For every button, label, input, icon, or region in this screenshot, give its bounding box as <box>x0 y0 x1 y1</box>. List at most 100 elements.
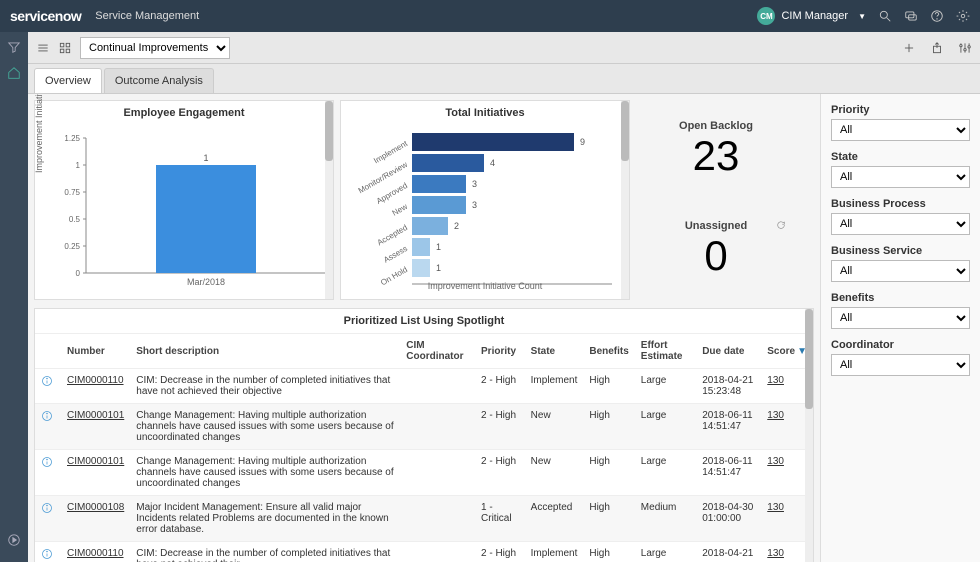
svg-text:0.75: 0.75 <box>64 188 80 197</box>
col-benefits[interactable]: Benefits <box>583 334 634 369</box>
cell-desc: Change Management: Having multiple autho… <box>130 404 400 450</box>
unassigned-label: Unassigned <box>636 220 796 232</box>
cell-coordinator <box>400 450 475 496</box>
filter-benefits[interactable]: All <box>831 307 970 329</box>
cell-benefits: High <box>583 404 634 450</box>
filter-label-benefits: Benefits <box>831 292 970 304</box>
cell-effort: Large <box>635 369 696 404</box>
scrollbar[interactable] <box>621 101 629 299</box>
x-axis-label: Improvement Initiative Count <box>428 281 543 291</box>
score-link[interactable]: 130 <box>767 410 784 421</box>
open-backlog-label: Open Backlog <box>636 120 796 132</box>
user-menu[interactable]: CM CIM Manager ▼ <box>757 7 866 25</box>
cell-benefits: High <box>583 450 634 496</box>
svg-text:2: 2 <box>454 221 459 231</box>
view-selector[interactable]: Continual Improvements <box>80 37 230 59</box>
col-coordinator[interactable]: CIM Coordinator <box>400 334 475 369</box>
grid-icon[interactable] <box>58 41 72 55</box>
left-rail <box>0 32 28 562</box>
table-row[interactable]: CIM0000110 CIM: Decrease in the number of… <box>35 369 813 404</box>
spotlight-table: Number Short description CIM Coordinator… <box>35 334 813 562</box>
record-link[interactable]: CIM0000101 <box>67 456 124 467</box>
home-icon[interactable] <box>7 66 21 80</box>
tab-overview[interactable]: Overview <box>34 68 102 93</box>
gear-icon[interactable] <box>956 9 970 23</box>
record-link[interactable]: CIM0000110 <box>67 375 124 386</box>
score-link[interactable]: 130 <box>767 502 784 513</box>
play-icon[interactable] <box>7 533 21 547</box>
record-link[interactable]: CIM0000101 <box>67 410 124 421</box>
cell-desc: CIM: Decrease in the number of completed… <box>130 542 400 562</box>
info-icon[interactable] <box>41 502 53 514</box>
col-due[interactable]: Due date <box>696 334 761 369</box>
col-number[interactable]: Number <box>61 334 130 369</box>
scrollbar[interactable] <box>805 309 813 562</box>
score-link[interactable]: 130 <box>767 375 784 386</box>
col-priority[interactable]: Priority <box>475 334 525 369</box>
avatar: CM <box>757 7 775 25</box>
record-link[interactable]: CIM0000108 <box>67 502 124 513</box>
brand-logo: servicenow <box>10 8 81 24</box>
cell-coordinator <box>400 369 475 404</box>
filter-state[interactable]: All <box>831 166 970 188</box>
cell-priority: 1 - Critical <box>475 496 525 542</box>
chart-title: Total Initiatives <box>347 107 623 119</box>
filter-label-coordinator: Coordinator <box>831 339 970 351</box>
filter-label-business-service: Business Service <box>831 245 970 257</box>
cell-state: Implement <box>525 542 584 562</box>
cell-coordinator <box>400 404 475 450</box>
employee-engagement-chart: Employee Engagement 00.250.50.7511.25 1 … <box>34 100 334 300</box>
cell-desc: CIM: Decrease in the number of completed… <box>130 369 400 404</box>
toolbar: Continual Improvements <box>28 32 980 64</box>
col-effort[interactable]: Effort Estimate <box>635 334 696 369</box>
tab-outcome-analysis[interactable]: Outcome Analysis <box>104 68 214 93</box>
cell-priority: 2 - High <box>475 450 525 496</box>
filter-business-service[interactable]: All <box>831 260 970 282</box>
chat-icon[interactable] <box>904 9 918 23</box>
filter-icon[interactable] <box>7 40 21 54</box>
info-icon[interactable] <box>41 375 53 387</box>
score-link[interactable]: 130 <box>767 548 784 559</box>
table-row[interactable]: CIM0000101 Change Management: Having mult… <box>35 450 813 496</box>
search-icon[interactable] <box>878 9 892 23</box>
info-icon[interactable] <box>41 410 53 422</box>
settings-icon[interactable] <box>958 41 972 55</box>
add-icon[interactable] <box>902 41 916 55</box>
share-icon[interactable] <box>930 41 944 55</box>
table-row[interactable]: CIM0000108Major Incident Management: Ens… <box>35 496 813 542</box>
table-row[interactable]: CIM0000110 CIM: Decrease in the number of… <box>35 542 813 562</box>
scrollbar[interactable] <box>325 101 333 299</box>
cell-desc: Change Management: Having multiple autho… <box>130 450 400 496</box>
table-row[interactable]: CIM0000101 Change Management: Having mult… <box>35 404 813 450</box>
filter-coordinator[interactable]: All <box>831 354 970 376</box>
filter-priority[interactable]: All <box>831 119 970 141</box>
cell-due: 2018-04-21 <box>696 542 761 562</box>
help-icon[interactable] <box>930 9 944 23</box>
refresh-icon[interactable] <box>776 220 786 230</box>
app-subtitle: Service Management <box>95 10 199 22</box>
col-short-description[interactable]: Short description <box>130 334 400 369</box>
tab-bar: Overview Outcome Analysis <box>28 64 980 94</box>
unassigned-value: 0 <box>636 232 796 280</box>
cell-effort: Large <box>635 404 696 450</box>
list-icon[interactable] <box>36 41 50 55</box>
open-backlog-value: 23 <box>636 132 796 180</box>
info-icon[interactable] <box>41 548 53 560</box>
svg-text:1: 1 <box>436 242 441 252</box>
cell-benefits: High <box>583 369 634 404</box>
cell-state: Accepted <box>525 496 584 542</box>
record-link[interactable]: CIM0000110 <box>67 548 124 559</box>
svg-text:1: 1 <box>436 263 441 273</box>
svg-text:Mar/2018: Mar/2018 <box>187 277 225 287</box>
info-icon[interactable] <box>41 456 53 468</box>
cell-effort: Medium <box>635 496 696 542</box>
filter-business-process[interactable]: All <box>831 213 970 235</box>
chevron-down-icon: ▼ <box>858 12 866 21</box>
score-link[interactable]: 130 <box>767 456 784 467</box>
svg-text:1: 1 <box>203 153 208 163</box>
col-state[interactable]: State <box>525 334 584 369</box>
prioritized-list-card: Prioritized List Using Spotlight Number … <box>34 308 814 562</box>
stats-panel: Open Backlog 23 Unassigned 0 <box>636 100 796 300</box>
cell-due: 2018-04-30 01:00:00 <box>696 496 761 542</box>
filter-panel: PriorityAll StateAll Business ProcessAll… <box>820 94 980 562</box>
